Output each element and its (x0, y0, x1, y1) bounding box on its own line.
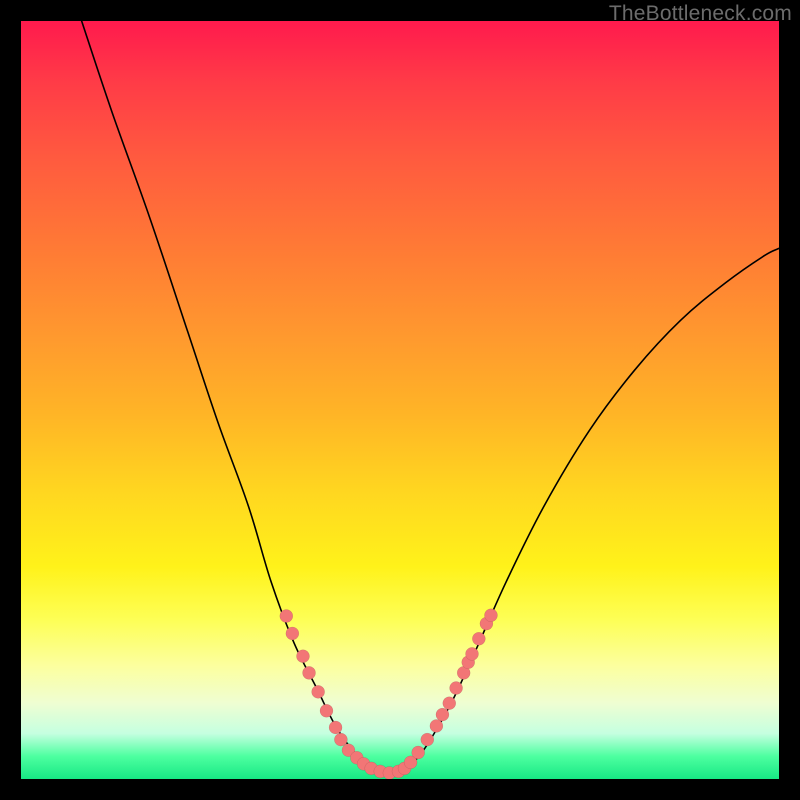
scatter-dot (312, 685, 325, 698)
scatter-dot (443, 697, 456, 710)
scatter-dot (329, 721, 342, 734)
scatter-dot (280, 610, 293, 623)
scatter-dot (472, 632, 485, 645)
scatter-dot (320, 704, 333, 717)
scatter-dot (466, 647, 479, 660)
scatter-dot (430, 719, 443, 732)
scatter-dots (280, 609, 498, 779)
scatter-dot (334, 733, 347, 746)
scatter-dot (286, 627, 299, 640)
scatter-dot (484, 609, 497, 622)
scatter-dot (421, 733, 434, 746)
scatter-dot (296, 650, 309, 663)
scatter-dot (450, 682, 463, 695)
plot-area (21, 21, 779, 779)
scatter-dot (303, 666, 316, 679)
chart-svg (21, 21, 779, 779)
v-curve (82, 21, 779, 774)
scatter-dot (436, 708, 449, 721)
watermark-text: TheBottleneck.com (609, 2, 792, 26)
scatter-dot (412, 746, 425, 759)
